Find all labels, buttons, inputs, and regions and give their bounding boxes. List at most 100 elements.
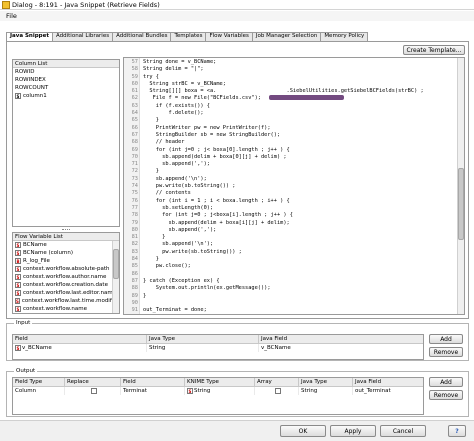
code-line[interactable]: 71 sb.append(','); (124, 161, 454, 168)
code-line[interactable]: 69 for (int j=0 ; j< boxa[0].length ; j+… (124, 147, 454, 154)
code-line[interactable]: 57 String done = v_BCName; (124, 59, 454, 66)
menu-file[interactable]: File (6, 12, 17, 20)
string-type-icon: S (15, 282, 21, 288)
string-type-icon: S (15, 344, 21, 351)
list-item[interactable]: Scontext.workflow.creation.date (13, 281, 119, 289)
list-item[interactable]: S BCName (column) (13, 249, 119, 257)
string-type-icon: S (15, 242, 21, 248)
column-header-replace[interactable]: Replace (65, 378, 121, 387)
list-item[interactable]: Scontext.workflow.author.name (13, 273, 119, 281)
input-remove-button[interactable]: Remove (429, 347, 463, 357)
column-header-java-field[interactable]: Java Field (259, 335, 423, 344)
cancel-button[interactable]: Cancel (380, 425, 426, 437)
code-line[interactable]: 59 try { (124, 74, 454, 81)
code-line[interactable]: 81 } (124, 234, 454, 241)
output-add-button[interactable]: Add (429, 377, 463, 387)
list-item[interactable]: ROWCOUNT (13, 84, 119, 92)
list-item[interactable]: ROWID (13, 68, 119, 76)
list-item[interactable]: S BCName (13, 241, 119, 249)
code-line[interactable]: 60 String strBC = v_BCName; (124, 81, 454, 88)
table-row[interactable]: Sv_BCName String v_BCName (13, 344, 423, 352)
input-add-button[interactable]: Add (429, 334, 463, 344)
code-line[interactable]: 83 pw.write(sb.toString()) ; (124, 249, 454, 256)
tab-templates[interactable]: Templates (170, 32, 207, 41)
tab-additional-libraries[interactable]: Additional Libraries (51, 32, 114, 41)
code-line[interactable]: 70 sb.append(delim + boxa[0][j] + delim)… (124, 154, 454, 161)
code-editor-scrollbar[interactable] (457, 58, 464, 314)
line-number: 71 (131, 161, 138, 168)
code-line[interactable]: 63 if (f.exists()) { (124, 103, 454, 110)
code-line[interactable]: 76 for (int i = 1 ; i < boxa.length ; i+… (124, 198, 454, 205)
list-item[interactable]: Scontext.workflow.last.time.modified (13, 297, 119, 305)
line-number: 63 (131, 102, 138, 109)
code-line[interactable]: 73 sb.append('\n'); (124, 176, 454, 183)
code-line[interactable]: 91 out_Terminat = done; (124, 307, 454, 314)
output-remove-button[interactable]: Remove (429, 390, 463, 400)
column-header-field[interactable]: Field (13, 335, 147, 344)
column-header-field[interactable]: Field (121, 378, 185, 387)
line-number: 75 (131, 190, 138, 197)
code-line[interactable]: 88 System.out.println(ex.getMessage()); (124, 285, 454, 292)
code-line[interactable]: 86 (124, 271, 454, 278)
scrollbar-thumb[interactable] (113, 249, 119, 279)
code-line[interactable]: 58 String delim = "|"; (124, 66, 454, 73)
flow-variable-scrollbar[interactable] (112, 241, 119, 313)
column-header-java-type[interactable]: Java Type (299, 378, 353, 387)
code-line[interactable]: 89} (124, 293, 454, 300)
create-template-button[interactable]: Create Template... (403, 45, 465, 55)
code-text: } (143, 117, 159, 124)
code-line[interactable]: 67 StringBuilder sb = new StringBuilder(… (124, 132, 454, 139)
column-header-array[interactable]: Array (255, 378, 299, 387)
code-line[interactable]: 77 sb.setLength(0); (124, 205, 454, 212)
code-line[interactable]: 74 pw.write(sb.toString()) ; (124, 183, 454, 190)
tab-additional-bundles[interactable]: Additional Bundles (112, 32, 172, 41)
code-line[interactable]: 84 } (124, 256, 454, 263)
code-text: out_Terminat = done; (143, 307, 207, 314)
code-line[interactable]: 80 sb.append(','); (124, 227, 454, 234)
apply-button[interactable]: Apply (330, 425, 376, 437)
list-item[interactable]: Scolumn1 (13, 92, 119, 100)
tab-flow-variables[interactable]: Flow Variables (205, 32, 253, 41)
column-header-field-type[interactable]: Field Type (13, 378, 65, 387)
code-line[interactable]: 78 for (int j=0 ; j<boxa[i].length ; j++… (124, 212, 454, 219)
column-header-java-field[interactable]: Java Field (353, 378, 423, 387)
tab-job-manager-selection[interactable]: Job Manager Selection (251, 32, 322, 41)
code-text: } (143, 256, 159, 263)
code-line[interactable]: 68 // header (124, 139, 454, 146)
help-button[interactable]: ? (448, 425, 466, 437)
code-line[interactable]: 79 sb.append(delim + boxa[i][j] + delim)… (124, 220, 454, 227)
code-line[interactable]: 72 } (124, 168, 454, 175)
list-item[interactable]: Scontext.workflow.name (13, 305, 119, 313)
column-header-java-type[interactable]: Java Type (147, 335, 259, 344)
column-header-knime-type[interactable]: KNIME Type (185, 378, 255, 387)
array-checkbox[interactable] (274, 387, 281, 394)
line-number: 87 (131, 277, 138, 284)
code-line[interactable]: 90 (124, 300, 454, 307)
code-line[interactable]: 82 sb.append('\n'); (124, 241, 454, 248)
splitter-handle[interactable] (62, 229, 70, 231)
table-row[interactable]: Column Terminat S String String out_Termi… (13, 387, 423, 395)
list-item[interactable]: Scontext.workflow.last.editor.name (13, 289, 119, 297)
list-item[interactable]: B R_log_File (13, 257, 119, 265)
output-section-label: Output (14, 368, 38, 374)
tab-memory-policy[interactable]: Memory Policy (320, 32, 369, 41)
list-item[interactable]: ROWINDEX (13, 76, 119, 84)
code-line[interactable]: 65 } (124, 117, 454, 124)
code-line[interactable]: 66 PrintWriter pw = new PrintWriter(f); (124, 125, 454, 132)
line-number: 83 (131, 248, 138, 255)
list-item[interactable]: Scontext.workflow.absolute-path (13, 265, 119, 273)
code-editor[interactable]: 57 String done = v_BCName; 58 String delim … (123, 57, 465, 315)
string-type-icon: S (15, 93, 21, 99)
string-type-icon: S (15, 290, 21, 296)
code-text: pw.write(sb.toString()) ; (143, 248, 242, 255)
code-line[interactable]: 75 // contents (124, 190, 454, 197)
code-text: pw.write(sb.toString()) ; (143, 183, 236, 190)
code-line[interactable]: 85 pw.close(); (124, 263, 454, 270)
code-line[interactable]: 64 f.delete(); (124, 110, 454, 117)
code-line[interactable]: 87} catch (Exception ex) { (124, 278, 454, 285)
flow-variable-list-header: Flow Variable List (13, 233, 119, 241)
ok-button[interactable]: OK (280, 425, 326, 437)
replace-checkbox[interactable] (90, 387, 97, 394)
scrollbar-thumb[interactable] (458, 168, 464, 240)
